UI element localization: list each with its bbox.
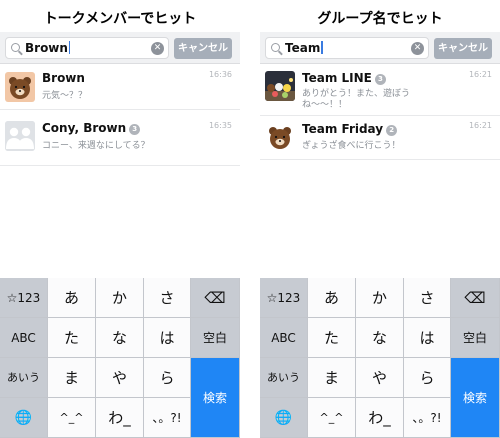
key-ha[interactable]: は <box>404 318 451 358</box>
chat-name: Brown <box>42 71 85 85</box>
search-input[interactable]: Team <box>285 41 323 56</box>
key-emoticon[interactable]: ^_^ <box>308 398 356 438</box>
key-kana[interactable]: あいう <box>260 358 308 398</box>
search-bar: Brown ✕ キャンセル <box>0 32 240 64</box>
group-search-panel: グループ名でヒット Team ✕ キャンセル Team LINE 3 ありがとう！… <box>260 0 500 438</box>
search-icon <box>271 43 280 52</box>
avatar-group <box>5 121 35 151</box>
search-field[interactable]: Brown ✕ <box>5 37 169 59</box>
key-abc[interactable]: ABC <box>0 318 48 358</box>
search-key[interactable]: 検索 <box>191 358 240 438</box>
chat-message: 元気〜？？ <box>42 91 88 101</box>
chat-message: ありがとう！また、遊ぼうね〜〜！！ <box>302 89 411 110</box>
key-a[interactable]: あ <box>308 278 356 318</box>
member-count-badge: 3 <box>374 74 386 85</box>
japanese-keyboard: ☆123 あ か さ ⌫ ABC た な は 空白 あいう ま や ら 検索 🌐… <box>0 278 240 438</box>
chat-time: 16:21 <box>468 121 492 130</box>
key-sa[interactable]: さ <box>144 278 191 318</box>
backspace-icon[interactable]: ⌫ <box>191 278 240 318</box>
chat-name: Cony, Brown 3 <box>42 121 141 135</box>
avatar-brown <box>5 72 35 102</box>
avatar-team-line <box>265 71 295 101</box>
key-ka[interactable]: か <box>356 278 404 318</box>
panel-title: トークメンバーでヒット <box>43 11 197 27</box>
cancel-button[interactable]: キャンセル <box>434 38 492 59</box>
search-key[interactable]: 検索 <box>451 358 500 438</box>
member-count-badge: 2 <box>386 125 398 136</box>
chat-row[interactable]: Cony, Brown 3 コニー、来週なにしてる？ 16:35 <box>0 110 240 166</box>
key-ka[interactable]: か <box>96 278 144 318</box>
search-icon <box>11 43 20 52</box>
key-abc[interactable]: ABC <box>260 318 308 358</box>
key-na[interactable]: な <box>96 318 144 358</box>
key-na[interactable]: な <box>356 318 404 358</box>
key-kana[interactable]: あいう <box>0 358 48 398</box>
key-ta[interactable]: た <box>48 318 96 358</box>
search-bar: Team ✕ キャンセル <box>260 32 500 64</box>
chat-time: 16:21 <box>468 70 492 79</box>
key-punctuation[interactable]: 、。?! <box>404 398 451 438</box>
chat-name: Team LINE 3 <box>302 71 386 85</box>
space-key[interactable]: 空白 <box>451 318 500 358</box>
key-wa[interactable]: わ_ <box>356 398 404 438</box>
key-numbers[interactable]: ☆123 <box>0 278 48 318</box>
clear-icon[interactable]: ✕ <box>151 42 164 55</box>
key-wa[interactable]: わ_ <box>96 398 144 438</box>
key-numbers[interactable]: ☆123 <box>260 278 308 318</box>
panel-title: グループ名でヒット <box>317 11 443 27</box>
chat-time: 16:36 <box>208 70 232 79</box>
key-ma[interactable]: ま <box>308 358 356 398</box>
chat-message: コニー、来週なにしてる？ <box>42 141 150 151</box>
chat-row[interactable]: Brown 元気〜？？ 16:36 <box>0 64 240 110</box>
backspace-icon[interactable]: ⌫ <box>451 278 500 318</box>
search-field[interactable]: Team ✕ <box>265 37 429 59</box>
text-cursor <box>68 41 71 54</box>
key-ha[interactable]: は <box>144 318 191 358</box>
key-ya[interactable]: や <box>96 358 144 398</box>
clear-icon[interactable]: ✕ <box>411 42 424 55</box>
chat-time: 16:35 <box>208 121 232 130</box>
cancel-button[interactable]: キャンセル <box>174 38 232 59</box>
key-punctuation[interactable]: 、。?! <box>144 398 191 438</box>
globe-icon[interactable]: 🌐 <box>0 398 48 438</box>
chat-row[interactable]: Team Friday 2 ぎょうざ食べに行こう！ 16:21 <box>260 116 500 160</box>
key-ra[interactable]: ら <box>404 358 451 398</box>
key-ra[interactable]: ら <box>144 358 191 398</box>
key-a[interactable]: あ <box>48 278 96 318</box>
search-input[interactable]: Brown <box>25 41 71 56</box>
key-ta[interactable]: た <box>308 318 356 358</box>
chat-message: ぎょうざ食べに行こう！ <box>302 141 401 151</box>
key-sa[interactable]: さ <box>404 278 451 318</box>
key-emoticon[interactable]: ^_^ <box>48 398 96 438</box>
chat-row[interactable]: Team LINE 3 ありがとう！また、遊ぼうね〜〜！！ 16:21 <box>260 64 500 116</box>
member-search-panel: トークメンバーでヒット Brown ✕ キャンセル Brown 元気〜？？ 16… <box>0 0 240 438</box>
avatar-brown <box>265 123 295 153</box>
space-key[interactable]: 空白 <box>191 318 240 358</box>
key-ma[interactable]: ま <box>48 358 96 398</box>
member-count-badge: 3 <box>129 124 141 135</box>
globe-icon[interactable]: 🌐 <box>260 398 308 438</box>
chat-name: Team Friday 2 <box>302 122 398 136</box>
key-ya[interactable]: や <box>356 358 404 398</box>
text-cursor <box>321 41 323 54</box>
japanese-keyboard: ☆123 あ か さ ⌫ ABC た な は 空白 あいう ま や ら 検索 🌐… <box>260 278 500 438</box>
